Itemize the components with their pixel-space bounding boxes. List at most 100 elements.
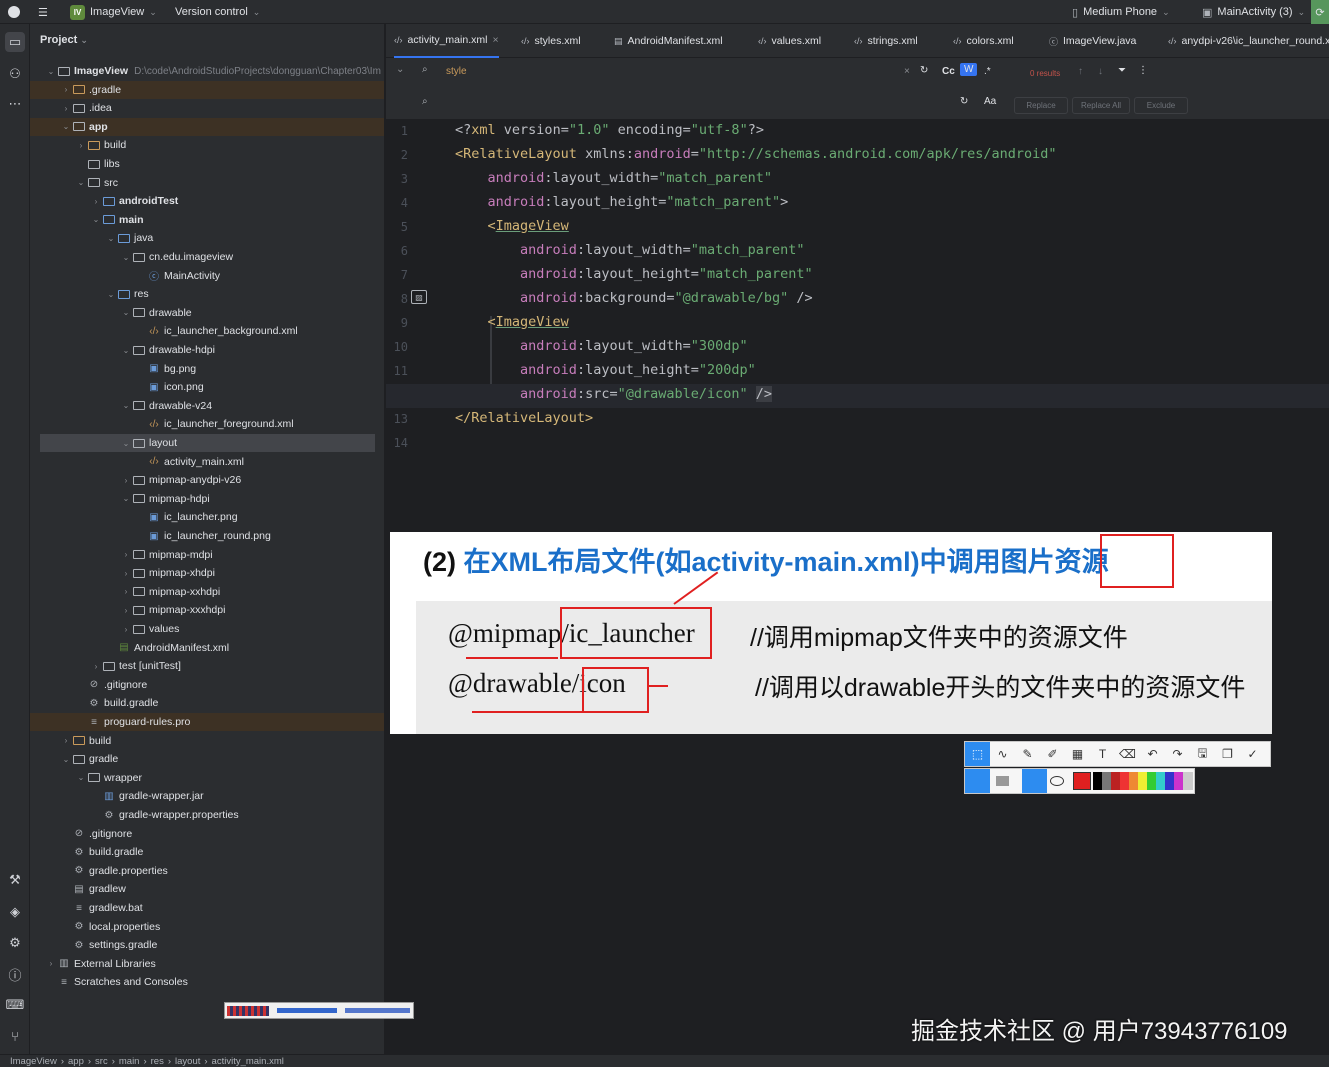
tree-item[interactable]: ⌄ mipmap-hdpi	[30, 490, 384, 508]
tree-item[interactable]: ⌄ layout	[40, 434, 375, 452]
copy-icon[interactable]: ❐	[1215, 742, 1240, 766]
editor-tab[interactable]: ▤ AndroidManifest.xml	[614, 24, 723, 58]
pen-tool-icon[interactable]: ✎	[1015, 742, 1040, 766]
editor-tab[interactable]: ‹/› styles.xml	[521, 24, 581, 58]
tree-item[interactable]: › build	[30, 732, 384, 750]
tree-item[interactable]: ▤ AndroidManifest.xml	[30, 639, 384, 657]
tree-item[interactable]: ⓒ MainActivity	[30, 267, 384, 285]
tree-item[interactable]: ⌄ gradle	[30, 750, 384, 768]
editor-tab[interactable]: ‹/› colors.xml	[953, 24, 1014, 58]
chevron-down-icon[interactable]: ⌄	[120, 494, 132, 503]
tree-item[interactable]: › mipmap-anydpi-v26	[30, 471, 384, 489]
breadcrumb-item[interactable]: main	[119, 1056, 140, 1067]
editor-tab[interactable]: ‹/› activity_main.xml ×	[394, 24, 499, 58]
replace-history-icon[interactable]: ↻	[960, 96, 968, 107]
more-icon[interactable]: ⋯	[5, 94, 25, 114]
git-icon[interactable]: ⑂	[5, 1026, 25, 1046]
version-control-menu[interactable]: Version control ⌄	[175, 0, 260, 24]
confirm-icon[interactable]: ✓	[1240, 742, 1265, 766]
chevron-right-icon[interactable]: ›	[45, 959, 57, 968]
chevron-down-icon[interactable]: ⌄	[45, 67, 57, 76]
line-tool-icon[interactable]: ∿	[990, 742, 1015, 766]
tree-item[interactable]: ⌄ cn.edu.imageview	[30, 248, 384, 266]
tree-item[interactable]: ⌄ java	[30, 229, 384, 247]
chevron-right-icon[interactable]: ›	[120, 550, 132, 559]
tree-item[interactable]: ⚙ local.properties	[30, 918, 384, 936]
tree-item[interactable]: › mipmap-xxxhdpi	[30, 601, 384, 619]
tree-item[interactable]: ⌄ drawable-hdpi	[30, 341, 384, 359]
chevron-down-icon[interactable]: ⌄	[75, 773, 87, 782]
chevron-right-icon[interactable]: ›	[60, 85, 72, 94]
previous-match-icon[interactable]: ↑	[1078, 66, 1083, 77]
app-logo-icon[interactable]	[8, 0, 20, 24]
terminal-icon[interactable]: ⌨	[5, 995, 25, 1015]
chevron-right-icon[interactable]: ›	[120, 606, 132, 615]
tree-item[interactable]: ≡ proguard-rules.pro	[30, 713, 384, 731]
breadcrumb-item[interactable]: app	[68, 1056, 84, 1067]
tree-item[interactable]: ⚙ gradle-wrapper.properties	[30, 806, 384, 824]
color-palette[interactable]	[1093, 772, 1193, 790]
problems-icon[interactable]: ⓘ	[5, 964, 25, 984]
tree-item[interactable]: › mipmap-xhdpi	[30, 564, 384, 582]
tree-item[interactable]: ▣ ic_launcher_round.png	[30, 527, 384, 545]
tree-item[interactable]: ⊘ .gitignore	[30, 825, 384, 843]
tree-item[interactable]: › build	[30, 136, 384, 154]
build-icon[interactable]: ⚒	[5, 870, 25, 890]
chevron-right-icon[interactable]: ›	[60, 104, 72, 113]
tree-item[interactable]: › .idea	[30, 99, 384, 117]
editor-tab[interactable]: ‹/› anydpi-v26\ic_launcher_round.x	[1168, 24, 1329, 58]
tree-item[interactable]: ⊘ .gitignore	[30, 676, 384, 694]
tree-item[interactable]: ⌄ drawable	[30, 304, 384, 322]
tree-item[interactable]: ⚙ settings.gradle	[30, 936, 384, 954]
tree-item[interactable]: ▤ gradlew	[30, 880, 384, 898]
undo-icon[interactable]: ↶	[1140, 742, 1165, 766]
tree-item[interactable]: ▣ ic_launcher.png	[30, 508, 384, 526]
close-tab-icon[interactable]: ×	[492, 34, 498, 46]
chevron-down-icon[interactable]: ⌄	[105, 234, 117, 243]
whole-word-toggle[interactable]: W	[960, 63, 978, 76]
tree-item[interactable]: › values	[30, 620, 384, 638]
collapse-chevron-icon[interactable]: ⌄	[396, 64, 404, 75]
tree-item[interactable]: ⌄ ImageView D:\code\AndroidStudioProjects\…	[30, 62, 384, 80]
chevron-right-icon[interactable]: ›	[120, 587, 132, 596]
chevron-right-icon[interactable]: ›	[60, 736, 72, 745]
match-case-toggle[interactable]: Cc	[942, 66, 955, 77]
editor-tab[interactable]: ‹/› strings.xml	[854, 24, 918, 58]
device-selector[interactable]: ▯ Medium Phone ⌄	[1072, 0, 1170, 24]
tree-item[interactable]: › ▥ External Libraries	[30, 955, 384, 973]
eraser-tool-icon[interactable]: ⌫	[1115, 742, 1140, 766]
run-icon[interactable]: ⟳	[1311, 0, 1329, 24]
more-options-icon[interactable]: ⋮	[1138, 65, 1148, 76]
tree-item[interactable]: libs	[30, 155, 384, 173]
next-match-icon[interactable]: ↓	[1098, 66, 1103, 77]
tree-item[interactable]: ‹/› ic_launcher_background.xml	[30, 322, 384, 340]
search-input[interactable]: style	[446, 66, 467, 77]
selected-color-swatch[interactable]	[1073, 772, 1091, 790]
mosaic-tool-icon[interactable]: ▦	[1065, 742, 1090, 766]
tree-item[interactable]: ▣ icon.png	[30, 378, 384, 396]
text-tool-icon[interactable]: T	[1090, 742, 1115, 766]
chevron-down-icon[interactable]: ⌄	[120, 401, 132, 410]
chevron-right-icon[interactable]: ›	[120, 476, 132, 485]
tree-item[interactable]: › androidTest	[30, 192, 384, 210]
tree-item[interactable]: ▣ bg.png	[30, 360, 384, 378]
replace-all-button[interactable]: Replace All	[1072, 97, 1130, 114]
breadcrumb-item[interactable]: layout	[175, 1056, 200, 1067]
tree-item[interactable]: ⌄ src	[30, 174, 384, 192]
fill-rect-icon[interactable]	[996, 776, 1009, 786]
tree-item[interactable]: ⌄ wrapper	[30, 769, 384, 787]
tree-item[interactable]: ▥ gradle-wrapper.jar	[30, 787, 384, 805]
tree-item[interactable]: ‹/› ic_launcher_foreground.xml	[30, 415, 384, 433]
marker-tool-icon[interactable]: ✐	[1040, 742, 1065, 766]
tree-item[interactable]: ≡ gradlew.bat	[30, 899, 384, 917]
chevron-right-icon[interactable]: ›	[120, 569, 132, 578]
exclude-button[interactable]: Exclude	[1134, 97, 1188, 114]
redo-icon[interactable]: ↷	[1165, 742, 1190, 766]
chevron-down-icon[interactable]: ⌄	[120, 439, 132, 448]
preserve-case-icon[interactable]: Aa	[984, 96, 996, 107]
editor-tab[interactable]: ⓒ ImageView.java	[1049, 24, 1136, 58]
tree-item[interactable]: › mipmap-xxhdpi	[30, 583, 384, 601]
resource-manager-icon[interactable]: ⚇	[5, 64, 25, 84]
replace-button[interactable]: Replace	[1014, 97, 1068, 114]
chevron-down-icon[interactable]: ⌄	[120, 308, 132, 317]
